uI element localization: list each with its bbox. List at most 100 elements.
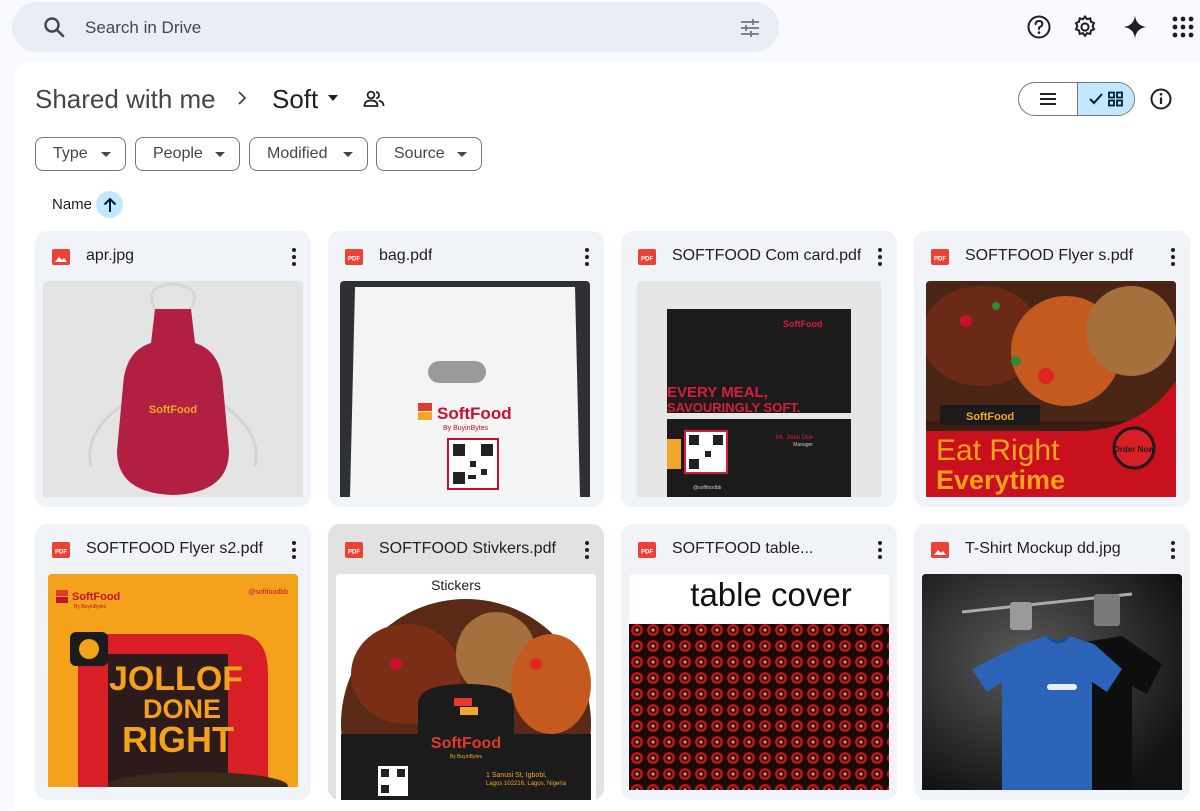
flyer2-brand-text: SoftFood — [72, 591, 120, 603]
file-name: SOFTFOOD Flyer s.pdf — [965, 247, 1134, 264]
file-name: apr.jpg — [86, 247, 135, 264]
svg-text:PDF: PDF — [348, 257, 360, 263]
file-name: SOFTFOOD table... — [672, 540, 814, 557]
table-cover-title: table cover — [690, 576, 851, 613]
search-input[interactable]: Search in Drive — [85, 18, 201, 38]
file-card[interactable]: PDF SOFTFOOD table... table cover — [621, 524, 897, 800]
card-brand-text: SoftFood — [783, 319, 823, 329]
bag-sub-text: By BuyinBytes — [443, 425, 489, 432]
svg-text:PDF: PDF — [641, 550, 653, 556]
file-thumbnail: SoftFood EVERY MEAL, SAVOURINGLY SOFT. M… — [637, 281, 881, 497]
stickers-address-1: 1 Sanusi St, Igbobi, — [486, 772, 547, 779]
file-card[interactable]: PDF SOFTFOOD Stivkers.pdf Stickers SoftF… — [328, 524, 604, 800]
breadcrumb-current[interactable]: Soft — [272, 84, 318, 115]
image-file-icon — [931, 542, 949, 558]
sort-by-name[interactable]: Name — [52, 196, 92, 213]
breadcrumb-root[interactable]: Shared with me — [35, 84, 216, 115]
filter-label: Type — [53, 145, 88, 162]
file-card[interactable]: T-Shirt Mockup dd.jpg — [914, 524, 1190, 800]
gemini-sparkle-icon[interactable] — [1122, 14, 1148, 40]
file-card[interactable]: PDF bag.pdf SoftFood By BuyinBytes — [328, 231, 604, 507]
image-file-icon — [52, 249, 70, 265]
help-icon[interactable] — [1026, 14, 1052, 40]
pdf-file-icon: PDF — [52, 542, 70, 558]
more-options-icon[interactable] — [291, 540, 297, 560]
bag-brand-text: SoftFood — [437, 404, 512, 423]
apron-brand-text: SoftFood — [149, 404, 197, 416]
card-person-text: Mr. Jolen Doe — [776, 435, 814, 441]
card-role-text: Manager — [793, 442, 813, 448]
caret-down-icon[interactable] — [326, 93, 340, 103]
more-options-icon[interactable] — [1170, 540, 1176, 560]
stickers-brand-text: SoftFood — [431, 735, 501, 752]
search-options-icon[interactable] — [738, 16, 762, 40]
apps-grid-icon[interactable] — [1170, 14, 1196, 40]
pdf-file-icon: PDF — [345, 542, 363, 558]
more-options-icon[interactable] — [584, 540, 590, 560]
file-thumbnail: table cover — [629, 574, 889, 790]
flyer1-line1-text: Eat Right — [936, 434, 1060, 467]
flyer2-social-text: @softfoodbb — [248, 589, 288, 596]
filter-label: People — [153, 145, 203, 162]
file-card[interactable]: PDF SOFTFOOD Com card.pdf SoftFood EVERY… — [621, 231, 897, 507]
file-thumbnail: SoftFood By BuyinBytes @softfoodbb JOLLO… — [48, 574, 298, 787]
filter-label: Source — [394, 145, 445, 162]
filter-type[interactable]: Type — [35, 137, 126, 171]
file-thumbnail: SoftFood Eat Right Everytime Order Now — [926, 281, 1176, 497]
svg-text:PDF: PDF — [55, 550, 67, 556]
filter-modified[interactable]: Modified — [249, 137, 368, 171]
flyer2-line3-text: RIGHT — [122, 719, 234, 760]
file-name: SOFTFOOD Stivkers.pdf — [379, 540, 556, 557]
view-toggle[interactable] — [1018, 82, 1135, 116]
flyer2-line1-text: JOLLOF — [109, 660, 243, 698]
search-icon[interactable] — [42, 15, 66, 39]
svg-text:PDF: PDF — [934, 257, 946, 263]
sort-direction-button[interactable] — [96, 191, 123, 218]
arrow-up-icon — [103, 197, 116, 212]
more-options-icon[interactable] — [877, 540, 883, 560]
card-headline-1: EVERY MEAL, — [667, 384, 768, 401]
file-name: SOFTFOOD Com card.pdf — [672, 247, 862, 264]
filter-people[interactable]: People — [135, 137, 240, 171]
card-social-text: @softfoodbb — [693, 485, 722, 491]
info-icon[interactable] — [1149, 87, 1173, 111]
more-options-icon[interactable] — [877, 247, 883, 267]
shared-people-icon[interactable] — [362, 88, 386, 110]
list-icon — [1039, 93, 1056, 105]
file-thumbnail: SoftFood — [43, 281, 303, 497]
pdf-file-icon: PDF — [345, 249, 363, 265]
more-options-icon[interactable] — [291, 247, 297, 267]
caret-down-icon — [457, 152, 467, 157]
caret-down-icon — [215, 152, 225, 157]
settings-gear-icon[interactable] — [1072, 14, 1098, 40]
file-thumbnail — [922, 574, 1182, 790]
more-options-icon[interactable] — [584, 247, 590, 267]
chevron-right-icon — [238, 91, 247, 105]
check-grid-icon — [1089, 91, 1123, 107]
file-name: SOFTFOOD Flyer s2.pdf — [86, 540, 263, 557]
flyer1-line2-text: Everytime — [936, 465, 1065, 495]
pdf-file-icon: PDF — [931, 249, 949, 265]
file-card[interactable]: PDF SOFTFOOD Flyer s2.pdf SoftFood By Bu… — [35, 524, 311, 800]
pdf-file-icon: PDF — [638, 542, 656, 558]
filter-source[interactable]: Source — [376, 137, 482, 171]
stickers-title-text: Stickers — [431, 577, 481, 593]
file-card[interactable]: PDF SOFTFOOD Flyer s.pdf SoftFood Eat Ri… — [914, 231, 1190, 507]
search-bar[interactable]: Search in Drive — [12, 2, 779, 52]
grid-view-button[interactable] — [1076, 83, 1134, 115]
svg-text:PDF: PDF — [348, 550, 360, 556]
svg-text:PDF: PDF — [641, 257, 653, 263]
file-thumbnail: Stickers SoftFood By BuyinBytes 1 Sanusi… — [336, 574, 596, 800]
file-name: T-Shirt Mockup dd.jpg — [965, 540, 1121, 557]
flyer1-badge-text: Order Now — [1114, 445, 1156, 454]
list-view-button[interactable] — [1019, 83, 1077, 115]
file-name: bag.pdf — [379, 247, 433, 264]
pdf-file-icon: PDF — [638, 249, 656, 265]
flyer1-brand-text: SoftFood — [966, 411, 1014, 423]
more-options-icon[interactable] — [1170, 247, 1176, 267]
stickers-address-2: Lagos 102216, Lagos, Nigeria — [486, 781, 567, 787]
caret-down-icon — [343, 152, 353, 157]
filter-label: Modified — [267, 145, 328, 162]
stickers-sub-text: By BuyinBytes — [450, 754, 483, 760]
file-card[interactable]: apr.jpg SoftFood — [35, 231, 311, 507]
